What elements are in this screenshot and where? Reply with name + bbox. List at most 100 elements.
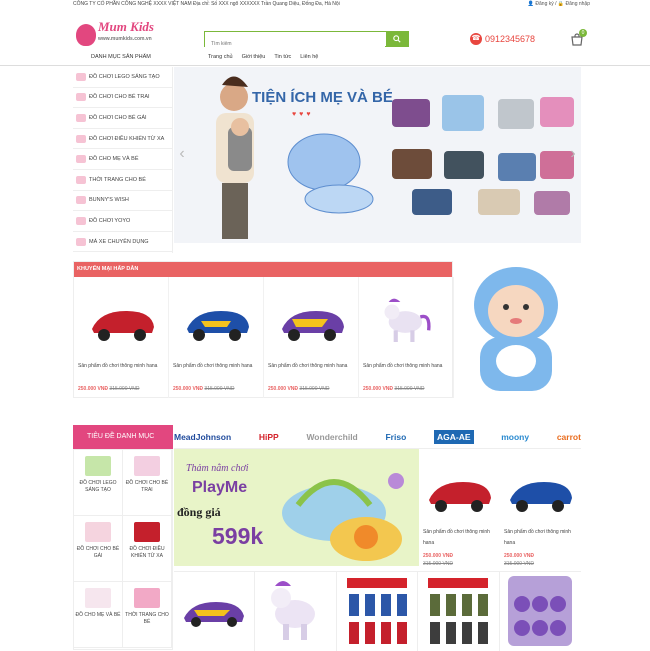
sidebar-item-label: ĐỒ CHƠI ĐIỀU KHIỂN TỪ XA xyxy=(89,135,165,142)
sidebar-item-bunnys-wish[interactable]: BUNNY'S WISH xyxy=(73,191,172,212)
category-thumbnail xyxy=(85,456,111,476)
brand-logo-aga-ae[interactable]: AGA-AE xyxy=(433,429,474,444)
site-logo[interactable]: Mum Kids www.mumkids.com.vn xyxy=(76,18,176,50)
logo-mark-icon xyxy=(76,24,96,46)
category-thumbnail xyxy=(134,522,160,542)
playmat-image xyxy=(282,473,404,561)
product-name[interactable]: Sản phẩm đồ chơi thông minh hana xyxy=(173,361,258,372)
nav-item-home[interactable]: Trang chủ xyxy=(208,50,233,65)
product-card[interactable]: Sản phẩm đồ chơi thông minh hana 250.000… xyxy=(359,277,454,398)
sidebar-item-girls-toys[interactable]: ĐỒ CHƠI CHO BÉ GÁI xyxy=(73,108,172,129)
brand-logo-friso[interactable]: Friso xyxy=(385,432,406,442)
search-button[interactable] xyxy=(386,32,408,46)
category-item[interactable]: ĐỒ CHƠI LEGO SÁNG TẠO xyxy=(74,450,123,516)
product-name[interactable]: Sản phẩm đồ chơi thông minh hana xyxy=(423,527,501,549)
product-image xyxy=(346,578,407,644)
brand-logo-meadjohnson[interactable]: MeadJohnson xyxy=(174,432,231,442)
product-price: 250.000 VNĐ xyxy=(504,553,535,559)
nav-menu: Trang chủ Giới thiệu Tin tức Liên hệ xyxy=(208,50,318,65)
product-old-price: 315.000 VNĐ xyxy=(394,386,425,392)
cart-count-badge: 0 xyxy=(579,29,587,37)
promo-section: KHUYẾN MẠI HẤP DẪN Sản phẩm đồ chơi thôn… xyxy=(73,261,454,398)
product-name[interactable]: Sản phẩm đồ chơi thông minh hana xyxy=(268,361,353,372)
product-image xyxy=(384,298,431,342)
category-icon xyxy=(76,175,86,184)
product-old-price: 315.000 VNĐ xyxy=(109,386,140,392)
sidebar-item-label: MÁ XE CHUYÊN DỤNG xyxy=(89,238,149,245)
playmat-ad[interactable]: Thảm nằm chơi PlayMe đồng giá 599k xyxy=(174,449,419,566)
category-icon xyxy=(76,72,86,81)
category-icon xyxy=(76,216,86,225)
category-item-label: ĐỒ CHƠI CHO BÉ TRAI xyxy=(125,480,169,493)
product-image xyxy=(507,576,572,646)
sidebar-item-boys-toys[interactable]: ĐỒ CHƠI CHO BÉ TRAI xyxy=(73,88,172,109)
category-item[interactable]: ĐỒ CHƠI CHO BÉ TRAI xyxy=(123,450,172,516)
nav-item-about[interactable]: Giới thiệu xyxy=(242,50,266,65)
phone-icon: ☎ xyxy=(470,33,482,45)
brand-logo-hipp[interactable]: HiPP xyxy=(259,432,279,442)
product-card[interactable]: Sản phẩm đồ chơi thông minh hana 250.000… xyxy=(169,277,264,398)
product-name[interactable]: Sản phẩm đồ chơi thông minh hana xyxy=(363,361,448,372)
banner-prev-button[interactable]: ‹ xyxy=(176,145,188,163)
product-card[interactable]: Sản phẩm đồ chơi thông minh hana 250.000… xyxy=(500,450,580,568)
sidebar-item-label: ĐỒ CHƠI CHO BÉ GÁI xyxy=(89,114,147,121)
product-card[interactable] xyxy=(418,572,500,651)
category-item-label: ĐỒ CHƠI CHO BÉ GÁI xyxy=(76,546,120,559)
product-price: 250.000 VNĐ xyxy=(363,386,394,392)
category-icon xyxy=(76,155,86,164)
product-image xyxy=(428,578,489,644)
nav-item-news[interactable]: Tin tức xyxy=(274,50,291,65)
product-image xyxy=(282,311,344,341)
sidebar-item-yoyo[interactable]: ĐỒ CHƠI YOYO xyxy=(73,211,172,232)
category-sidebar: ĐỒ CHƠI LEGO SÁNG TẠO ĐỒ CHƠI CHO BÉ TRA… xyxy=(73,67,173,253)
sidebar-item-mom-baby[interactable]: ĐỒ CHO MẸ VÀ BÉ xyxy=(73,149,172,170)
sidebar-item-lego[interactable]: ĐỒ CHƠI LEGO SÁNG TẠO xyxy=(73,67,172,88)
brand-logo-moony[interactable]: moony xyxy=(501,432,529,442)
sidebar-item-label: ĐỒ CHO MẸ VÀ BÉ xyxy=(89,156,139,163)
logo-url: www.mumkids.com.vn xyxy=(98,36,152,42)
product-image xyxy=(184,602,244,627)
product-name[interactable]: Sản phẩm đồ chơi thông minh hana xyxy=(78,361,163,372)
sidebar-item-remote-toys[interactable]: ĐỒ CHƠI ĐIỀU KHIỂN TỪ XA xyxy=(73,129,172,150)
sidebar-item-label: BUNNY'S WISH xyxy=(89,197,129,204)
brand-strip: MeadJohnson HiPP Wonderchild Friso AGA-A… xyxy=(174,425,581,449)
nav-item-contact[interactable]: Liên hệ xyxy=(300,50,318,65)
sidebar-item-label: ĐỒ CHƠI LEGO SÁNG TẠO xyxy=(89,73,160,80)
ad-line-2: PlayMe xyxy=(192,479,248,496)
cart-button[interactable]: 0 xyxy=(570,29,588,47)
category-menu-toggle[interactable]: DANH MỤC SẢN PHẨM xyxy=(73,50,173,65)
product-card[interactable]: Sản phẩm đồ chơi thông minh hana 250.000… xyxy=(419,450,499,568)
category-icon xyxy=(76,237,86,246)
sidebar-item-vehicles[interactable]: MÁ XE CHUYÊN DỤNG xyxy=(73,232,172,253)
search-input[interactable] xyxy=(205,37,385,51)
category-item-label: ĐỒ CHƠI LEGO SÁNG TẠO xyxy=(79,480,117,493)
product-price: 250.000 VNĐ xyxy=(78,386,109,392)
baby-costume-illustration xyxy=(474,267,558,391)
category-item[interactable]: ĐỒ CHO MẸ VÀ BÉ xyxy=(74,582,123,648)
product-name[interactable]: Sản phẩm đồ chơi thông minh hana xyxy=(504,527,582,549)
baby-costume-image[interactable] xyxy=(454,261,580,398)
promo-header: KHUYẾN MẠI HẤP DẪN xyxy=(74,262,452,277)
product-old-price: 315.000 VNĐ xyxy=(504,561,535,567)
product-card[interactable] xyxy=(255,572,337,651)
product-card[interactable] xyxy=(337,572,419,651)
hotline[interactable]: ☎ 0912345678 xyxy=(470,32,535,46)
banner-next-button[interactable]: › xyxy=(567,145,579,163)
category-item[interactable]: ĐỒ CHƠI CHO BÉ GÁI xyxy=(74,516,123,582)
sidebar-item-fashion[interactable]: THỜI TRANG CHO BÉ xyxy=(73,170,172,191)
brand-logo-wonderchild[interactable]: Wonderchild xyxy=(306,432,357,442)
brand-logo-carrot[interactable]: carrot xyxy=(557,432,581,442)
hero-banner[interactable]: TIỆN ÍCH MẸ VÀ BÉ ♥♥♥ ‹ › xyxy=(174,67,581,243)
category-icon xyxy=(76,134,86,143)
product-card[interactable]: Sản phẩm đồ chơi thông minh hana 250.000… xyxy=(264,277,359,398)
product-card[interactable] xyxy=(174,572,256,651)
main-nav: DANH MỤC SẢN PHẨM Trang chủ Giới thiệu T… xyxy=(0,50,650,66)
category-item[interactable]: THỜI TRANG CHO BÉ xyxy=(123,582,172,648)
product-card[interactable]: Sản phẩm đồ chơi thông minh hana 250.000… xyxy=(74,277,169,398)
category-item[interactable]: ĐỒ CHƠI ĐIỀU KHIỂN TỪ XA xyxy=(123,516,172,582)
auth-links[interactable]: 👤 Đăng ký / 🔒 Đăng nhập xyxy=(528,0,590,9)
baby-tent-image xyxy=(287,133,374,214)
category-item-label: THỜI TRANG CHO BÉ xyxy=(125,612,169,625)
product-image xyxy=(510,482,572,512)
product-card[interactable] xyxy=(500,572,581,651)
